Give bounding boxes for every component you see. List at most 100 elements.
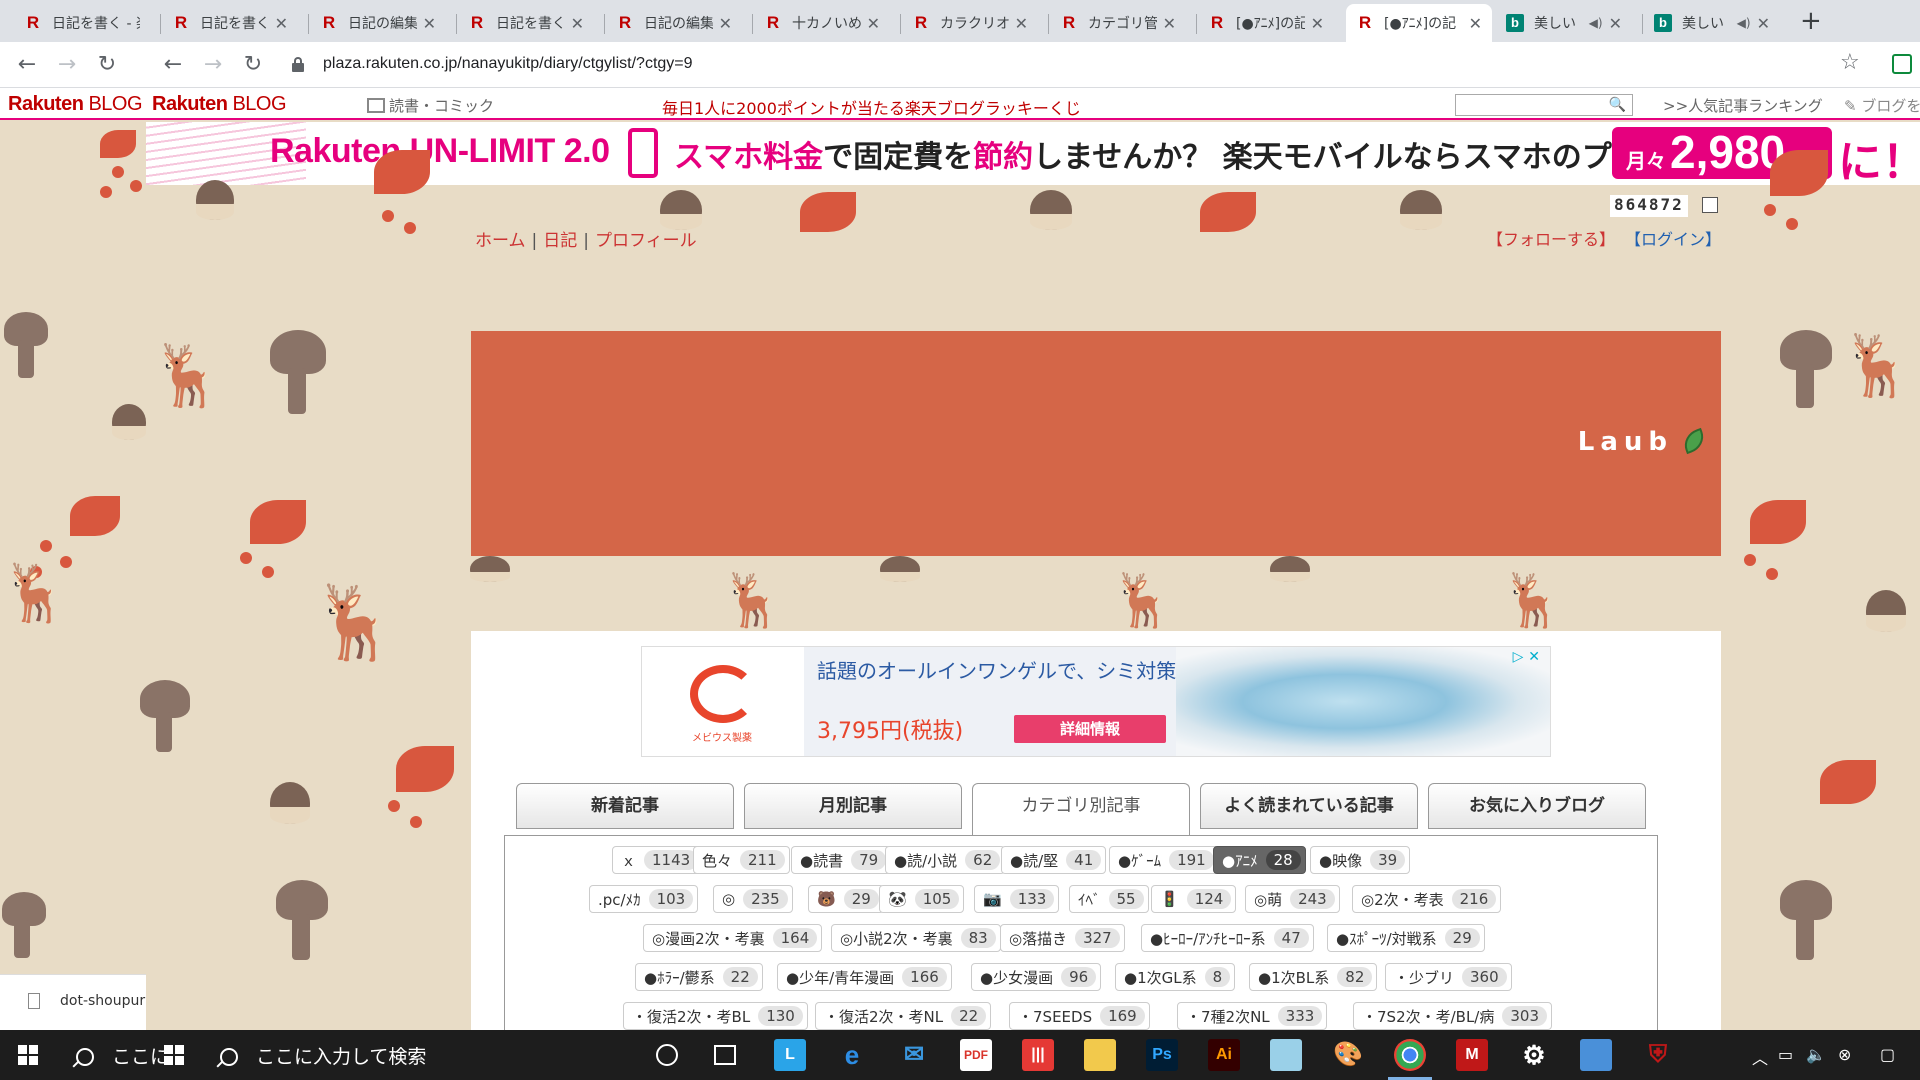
category-chip[interactable]: ・7SEEDS 169	[1009, 1002, 1150, 1030]
close-tab-icon[interactable]: ✕	[1469, 14, 1482, 33]
download-item[interactable]: dot-shoupur	[0, 974, 146, 1030]
edge-icon[interactable]: e	[836, 1039, 868, 1071]
category-chip[interactable]: 色々 211	[693, 846, 790, 874]
forward-arrow-icon[interactable]: →	[198, 50, 228, 80]
browser-tab[interactable]: R 日記の編集 ✕	[310, 4, 446, 42]
volume-icon[interactable]: 🔈	[1806, 1045, 1826, 1064]
nav-home-link[interactable]: ホーム	[475, 231, 526, 251]
mail-icon[interactable]: ✉	[898, 1039, 930, 1071]
counter-info-icon[interactable]	[1702, 197, 1718, 213]
category-chip[interactable]: ●映像 39	[1310, 846, 1411, 874]
pdf-icon[interactable]: PDF	[960, 1039, 992, 1071]
category-chip[interactable]: ◎ 235	[713, 885, 793, 913]
mcafee-icon[interactable]: M	[1456, 1039, 1488, 1071]
task-view-icon[interactable]	[714, 1045, 736, 1065]
rakuten-blog-logo[interactable]: Rakuten BLOG	[152, 93, 287, 116]
browser-tab[interactable]: R 十カノいめ ✕	[754, 4, 890, 42]
category-chip[interactable]: 🚦 124	[1151, 885, 1237, 913]
browser-tab[interactable]: R 日記の編集 ✕	[606, 4, 742, 42]
category-chip[interactable]: ・7S2次・考/BL/病 303	[1353, 1002, 1553, 1030]
category-chip[interactable]: ●読/堅 41	[1001, 846, 1107, 874]
taskbar-search-input[interactable]: ここに入力して検索	[220, 1042, 426, 1069]
back-arrow-icon[interactable]: ←	[12, 50, 42, 80]
browser-tab[interactable]: R 日記を書く ✕	[458, 4, 594, 42]
category-chip[interactable]: ◎漫画2次・考裏 164	[643, 924, 823, 952]
new-tab-icon[interactable]: +	[1800, 8, 1822, 34]
speaker-icon[interactable]: ◀)	[1737, 16, 1751, 30]
login-link[interactable]: 【ログイン】	[1625, 226, 1721, 250]
browser-tab[interactable]: R 日記を書く ✕	[162, 4, 298, 42]
category-chip[interactable]: ・少ブリ 360	[1385, 963, 1512, 991]
search-input[interactable]: 🔍	[1455, 94, 1633, 116]
ranking-link[interactable]: >>人気記事ランキング	[1663, 95, 1823, 116]
category-chip[interactable]: ●ﾋｰﾛｰ/ｱﾝﾁﾋｰﾛｰ系 47	[1141, 924, 1314, 952]
taskbar-search-short[interactable]: ここに	[76, 1042, 169, 1069]
follow-link[interactable]: 【フォローする】	[1487, 226, 1615, 250]
category-chip[interactable]: ●ｹﾞｰﾑ 191	[1109, 846, 1219, 874]
browser-tab[interactable]: R カラクリオデ ✕	[902, 4, 1038, 42]
tab-category-articles[interactable]: カテゴリ別記事	[972, 783, 1190, 839]
file-explorer-icon[interactable]	[1084, 1039, 1116, 1071]
rakuten-blog-logo[interactable]: Rakuten BLOG	[8, 93, 143, 116]
mcafee-shield-icon[interactable]: ⛨	[1642, 1039, 1674, 1071]
app-l-icon[interactable]: L	[774, 1039, 806, 1071]
close-tab-icon[interactable]: ✕	[867, 14, 880, 33]
reload-icon[interactable]: ↻	[92, 50, 122, 80]
photoshop-icon[interactable]: Ps	[1146, 1039, 1178, 1071]
chrome-icon[interactable]	[1388, 1039, 1432, 1080]
browser-tab[interactable]: b 美しい ◀) ✕	[1644, 4, 1780, 42]
category-chip[interactable]: ｲﾍﾞ 55	[1069, 885, 1149, 913]
browser-tab-active[interactable]: R [●ｱﾆﾒ]の記 ✕	[1346, 4, 1492, 42]
category-chip[interactable]: ◎小説2次・考裏 83	[831, 924, 1001, 952]
speaker-icon[interactable]: ◀)	[1589, 16, 1603, 30]
cortana-icon[interactable]	[656, 1044, 678, 1066]
close-tab-icon[interactable]: ✕	[1757, 14, 1770, 33]
browser-tab[interactable]: R カテゴリ管理 ✕	[1050, 4, 1186, 42]
category-chip[interactable]: .pc/ﾒｶ 103	[589, 885, 699, 913]
tab-favorite-blogs[interactable]: お気に入りブログ	[1428, 783, 1646, 829]
tray-chevron-icon[interactable]: ︿	[1752, 1045, 1768, 1069]
browser-tab[interactable]: R 日記を書く - 楽天ブログ	[14, 4, 150, 42]
app-red-icon[interactable]: |||	[1022, 1039, 1054, 1071]
category-chip[interactable]: 🐻 29	[808, 885, 884, 913]
category-chip-selected[interactable]: ●ｱﾆﾒ 28	[1213, 846, 1306, 874]
ad-choices-icon[interactable]: ▷ ✕	[1513, 649, 1540, 665]
category-chip[interactable]: ◎萌 243	[1245, 885, 1340, 913]
display-ad[interactable]: メビウス製薬 話題のオールインワンゲルで、シミ対策！ 3,795円(税抜) 詳細…	[641, 646, 1551, 757]
tab-monthly-articles[interactable]: 月別記事	[744, 783, 962, 829]
category-chip[interactable]: ・復活2次・考NL 22	[815, 1002, 992, 1030]
nav-diary-link[interactable]: 日記	[543, 231, 577, 251]
category-chip[interactable]: ●ﾎﾗｰ/鬱系 22	[635, 963, 763, 991]
windows-start-icon[interactable]	[164, 1045, 184, 1065]
close-tab-icon[interactable]: ✕	[1163, 14, 1176, 33]
blog-title[interactable]: Laub	[1578, 427, 1673, 457]
category-chip[interactable]: ●少女漫画 96	[971, 963, 1102, 991]
category-chip[interactable]: ・7種2次NL 333	[1177, 1002, 1328, 1030]
battery-icon[interactable]: ▭	[1778, 1045, 1793, 1064]
browser-tab[interactable]: R [●ｱﾆﾒ]の記事 ✕	[1198, 4, 1334, 42]
settings-gear-icon[interactable]: ⚙	[1518, 1039, 1550, 1071]
reload-icon[interactable]: ↻	[238, 50, 268, 80]
extension-icon[interactable]	[1892, 54, 1912, 74]
windows-start-icon[interactable]	[18, 1045, 38, 1065]
close-tab-icon[interactable]: ✕	[719, 14, 732, 33]
close-tab-icon[interactable]: ✕	[1609, 14, 1622, 33]
tab-popular-articles[interactable]: よく読まれている記事	[1200, 783, 1418, 829]
book-comic-link[interactable]: 読書・コミック	[367, 95, 494, 116]
category-chip[interactable]: ●ｽﾎﾟｰﾂ/対戦系 29	[1327, 924, 1485, 952]
write-blog-link[interactable]: ✎ ブログを	[1844, 95, 1920, 116]
category-chip[interactable]: 📷 133	[974, 885, 1060, 913]
search-icon[interactable]: 🔍	[1609, 97, 1626, 113]
close-tab-icon[interactable]: ✕	[1311, 14, 1324, 33]
category-chip[interactable]: ｘ 1143	[612, 846, 704, 874]
close-tab-icon[interactable]: ✕	[423, 14, 436, 33]
close-tab-icon[interactable]: ✕	[275, 14, 288, 33]
illustrator-icon[interactable]: Ai	[1208, 1039, 1240, 1071]
ad-headline[interactable]: 話題のオールインワンゲルで、シミ対策！	[817, 657, 1197, 685]
category-chip[interactable]: ●読/小説 62	[885, 846, 1006, 874]
category-chip[interactable]: ●1次GL系 8	[1115, 963, 1236, 991]
category-chip[interactable]: 🐼 105	[879, 885, 965, 913]
browser-tab[interactable]: b 美しい ◀) ✕	[1496, 4, 1632, 42]
forward-arrow-icon[interactable]: →	[52, 50, 82, 80]
ad-details-button[interactable]: 詳細情報	[1014, 715, 1166, 743]
